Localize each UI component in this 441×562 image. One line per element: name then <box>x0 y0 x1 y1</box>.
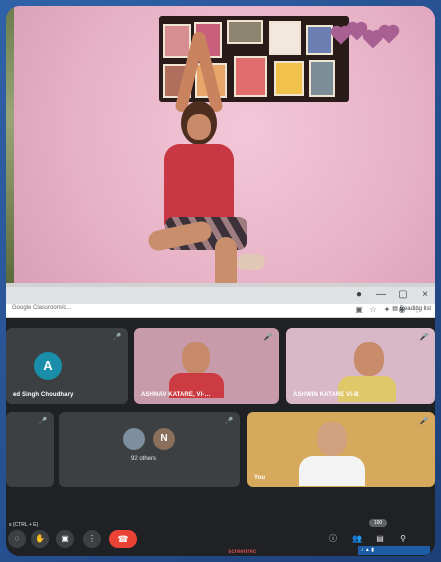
child-face <box>187 114 211 140</box>
participant-face <box>182 342 210 374</box>
meeting-grid: 🎤 A ed Singh Choudhary 🎤 ASHNAV KATARE, … <box>6 318 435 556</box>
star-icon[interactable]: ☆ <box>367 304 379 316</box>
others-avatar-n: N <box>153 428 175 450</box>
volume-icon: ♪ <box>361 547 364 553</box>
mic-icon: 🎤 <box>224 418 234 425</box>
account-icon[interactable]: ● <box>348 288 370 302</box>
left-photo-strip <box>6 6 14 283</box>
self-face <box>317 422 347 456</box>
foot <box>237 254 265 270</box>
present-icon[interactable]: ▣ <box>56 530 74 548</box>
yoga-photo <box>6 6 435 303</box>
participant-count-badge: 100 <box>369 519 387 527</box>
participant-tile-partial[interactable]: 🎤 <box>6 412 54 487</box>
more-icon[interactable]: ⋮ <box>83 530 101 548</box>
participant-shirt <box>338 376 396 402</box>
heart-icon <box>380 26 398 44</box>
extension-icon[interactable]: ✦ <box>381 304 393 316</box>
mic-icon: 🎤 <box>263 334 273 341</box>
others-count: 92 others <box>131 456 157 462</box>
mic-icon: 🎤 <box>38 418 48 425</box>
system-tray: ♪ ▲ ▮ <box>358 546 430 555</box>
participant-tile-ashwin[interactable]: 🎤 ASHWIN KATARE VI-B <box>286 328 435 404</box>
screenshot-container: ● — ▢ × Google Classroom/c... ▣ ☆ ✦ ◉ ⋮ … <box>6 6 435 556</box>
reading-list-button[interactable]: ▤ Reading list <box>392 305 431 312</box>
browser-tab-strip: Google Classroom/c... ▣ ☆ ✦ ◉ ⋮ ▤ Readin… <box>6 304 435 318</box>
browser-titlebar: ● — ▢ × <box>6 287 435 304</box>
browser-window: ● — ▢ × Google Classroom/c... ▣ ☆ ✦ ◉ ⋮ … <box>6 287 435 556</box>
reading-list-icon: ▤ <box>392 306 400 312</box>
network-icon: ▲ <box>364 547 370 553</box>
meeting-controls: s (CTRL + E) ◌ ✋ ▣ ⋮ ☎ screenrec ⓘ 👥 100… <box>6 519 435 556</box>
people-icon[interactable]: 👥 <box>350 532 364 546</box>
mic-icon: 🎤 <box>419 334 429 341</box>
self-name: You <box>254 475 266 481</box>
others-photo-avatar <box>123 428 145 450</box>
self-video-tile[interactable]: 🎤 You <box>247 412 435 487</box>
reading-list-label: Reading list <box>399 306 431 312</box>
minimize-icon[interactable]: — <box>370 288 392 302</box>
participant-name: ASHNAV KATARE, VI-… <box>141 392 211 398</box>
child-yoga-pose <box>124 30 294 303</box>
self-shirt <box>299 456 365 486</box>
others-tile[interactable]: 🎤 N 92 others <box>59 412 240 487</box>
participant-face <box>354 342 384 376</box>
participant-name: ASHWIN KATARE VI-B <box>293 392 359 398</box>
close-icon[interactable]: × <box>414 288 435 302</box>
maximize-icon[interactable]: ▢ <box>392 288 414 302</box>
control-partial-button[interactable]: ◌ <box>8 530 26 548</box>
child-head <box>181 101 217 145</box>
collage-photo-5 <box>306 25 333 55</box>
mic-icon: 🎤 <box>112 334 122 341</box>
chat-icon[interactable]: ▤ <box>373 532 387 546</box>
phone-hangup-icon[interactable]: ☎ <box>109 530 137 548</box>
mic-icon: 🎤 <box>419 418 429 425</box>
heart-decorations <box>331 22 401 52</box>
participant-tile-avatar-a[interactable]: 🎤 A ed Singh Choudhary <box>6 328 128 404</box>
battery-icon: ▮ <box>371 547 374 553</box>
info-icon[interactable]: ⓘ <box>326 532 340 546</box>
camera-icon[interactable]: ▣ <box>353 304 365 316</box>
screen-recording-watermark: screenrec <box>228 549 257 555</box>
pink-wall <box>14 6 435 303</box>
participant-name: ed Singh Choudhary <box>13 392 74 398</box>
activities-icon[interactable]: ⚲ <box>396 532 410 546</box>
tab-google-classroom[interactable]: Google Classroom/c... <box>12 305 71 311</box>
participant-avatar-a: A <box>34 352 62 380</box>
photo-frame: ● — ▢ × Google Classroom/c... ▣ ☆ ✦ ◉ ⋮ … <box>0 0 441 562</box>
collage-photo-10 <box>309 60 335 97</box>
participant-tile-ashnav[interactable]: 🎤 ASHNAV KATARE, VI-… <box>134 328 279 404</box>
shortcut-hint: s (CTRL + E) <box>9 522 39 528</box>
hand-icon[interactable]: ✋ <box>31 530 49 548</box>
